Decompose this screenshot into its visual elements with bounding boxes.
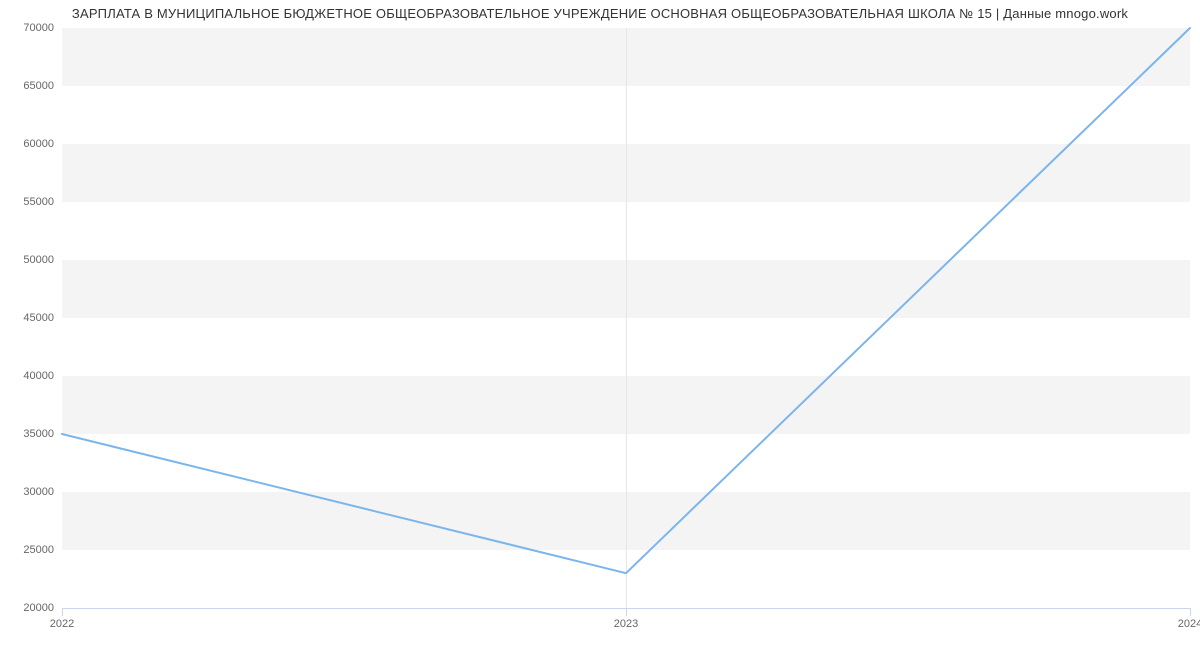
y-tick-label: 50000 — [23, 254, 62, 266]
y-tick-label: 70000 — [23, 22, 62, 34]
chart-container: ЗАРПЛАТА В МУНИЦИПАЛЬНОЕ БЮДЖЕТНОЕ ОБЩЕО… — [0, 0, 1200, 650]
y-tick-label: 30000 — [23, 486, 62, 498]
y-tick-label: 25000 — [23, 544, 62, 556]
y-tick-label: 40000 — [23, 370, 62, 382]
x-tick-label: 2022 — [50, 608, 74, 630]
plot-area: 2000025000300003500040000450005000055000… — [62, 28, 1190, 608]
y-tick-label: 60000 — [23, 138, 62, 150]
line-series — [62, 28, 1190, 608]
x-tick-label: 2024 — [1178, 608, 1200, 630]
chart-title: ЗАРПЛАТА В МУНИЦИПАЛЬНОЕ БЮДЖЕТНОЕ ОБЩЕО… — [0, 6, 1200, 21]
y-tick-label: 35000 — [23, 428, 62, 440]
x-tick-label: 2023 — [614, 608, 638, 630]
y-tick-label: 65000 — [23, 80, 62, 92]
y-tick-label: 45000 — [23, 312, 62, 324]
y-tick-label: 55000 — [23, 196, 62, 208]
x-axis-line — [62, 608, 1190, 609]
